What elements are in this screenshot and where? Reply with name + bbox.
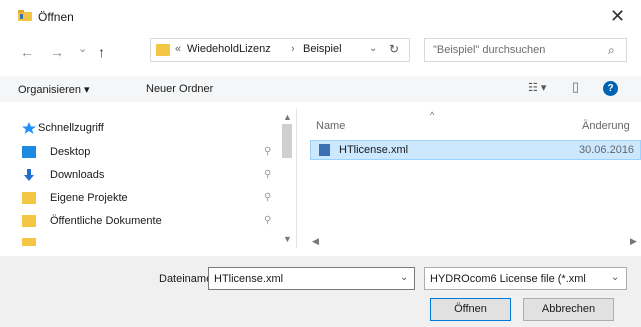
dialog-footer: Dateiname: HTlicense.xml ⌄ HYDROcom6 Lic… <box>0 256 641 327</box>
filetype-select[interactable]: HYDROcom6 License file (*.xml ⌄ <box>424 267 627 290</box>
view-options-icon[interactable]: ☷ ▾ <box>528 81 546 94</box>
close-icon[interactable]: ✕ <box>610 6 625 27</box>
filetype-value: HYDROcom6 License file (*.xml <box>430 273 586 285</box>
file-row[interactable]: HTlicense.xml 30.06.2016 <box>310 140 641 160</box>
refresh-icon[interactable]: ↻ <box>389 42 399 56</box>
folder-icon <box>22 238 36 246</box>
sidebar-item-label: Eigene Projekte <box>50 192 128 204</box>
filename-value: HTlicense.xml <box>214 273 284 285</box>
chevron-down-icon[interactable]: ⌄ <box>611 272 619 283</box>
file-list-scrollbar[interactable]: ◀ ▶ <box>304 236 641 248</box>
desktop-icon <box>22 146 36 158</box>
scroll-left-icon[interactable]: ◀ <box>312 236 319 247</box>
column-header-changed[interactable]: Änderung <box>582 120 630 132</box>
sidebar-item-label: Schnellzugriff <box>38 122 104 134</box>
sort-indicator-icon: ^ <box>430 110 435 120</box>
breadcrumb-overflow[interactable]: « <box>175 43 181 55</box>
chevron-down-icon[interactable]: ⌄ <box>369 43 377 54</box>
column-header-name[interactable]: Name <box>316 120 345 132</box>
breadcrumb-separator: › <box>291 43 295 55</box>
breadcrumb-beispiel[interactable]: Beispiel <box>303 43 342 55</box>
cancel-button[interactable]: Abbrechen <box>523 298 614 321</box>
pin-icon[interactable]: ⚲ <box>264 215 271 226</box>
sidebar-item-eigene-projekte[interactable]: Eigene Projekte ⚲ <box>18 190 280 208</box>
sidebar-item-desktop[interactable]: Desktop ⚲ <box>18 144 280 162</box>
xml-file-icon <box>319 144 330 156</box>
filename-label: Dateiname: <box>159 273 216 285</box>
up-folder-icon[interactable]: ↑ <box>98 44 105 60</box>
search-box[interactable]: "Beispiel" durchsuchen ⌕ <box>424 38 627 62</box>
title-bar: Öffnen ✕ <box>0 0 641 36</box>
open-button[interactable]: Öffnen <box>430 298 511 321</box>
dialog-title: Öffnen <box>38 10 74 24</box>
app-icon <box>18 10 32 21</box>
command-toolbar: Organisieren ▾ Neuer Ordner ☷ ▾ ▯ ? <box>0 76 641 102</box>
chevron-down-icon[interactable]: ⌄ <box>400 272 408 283</box>
search-icon[interactable]: ⌕ <box>608 43 615 58</box>
sidebar-item-oeffentliche-dokumente[interactable]: Öffentliche Dokumente ⚲ <box>18 213 280 231</box>
navigation-pane: Schnellzugriff Desktop ⚲ Downloads ⚲ Eig… <box>18 110 280 248</box>
sidebar-item-label: Öffentliche Dokumente <box>50 215 162 227</box>
scroll-right-icon[interactable]: ▶ <box>630 236 637 247</box>
download-icon <box>24 169 34 181</box>
forward-icon[interactable]: → <box>50 44 64 60</box>
breadcrumb-wiedeholdlizenz[interactable]: WiedeholdLizenz <box>187 43 271 55</box>
filename-input[interactable]: HTlicense.xml ⌄ <box>208 267 415 290</box>
folder-icon <box>22 192 36 204</box>
scroll-up-icon[interactable]: ▲ <box>283 112 292 122</box>
sidebar-item-label: Desktop <box>50 146 91 158</box>
navigation-scrollbar[interactable]: ▲ ▼ <box>280 112 294 246</box>
preview-pane-icon[interactable]: ▯ <box>572 79 579 95</box>
pin-icon[interactable]: ⚲ <box>264 169 271 180</box>
sidebar-item-label: Downloads <box>50 169 105 181</box>
folder-icon <box>156 44 170 56</box>
file-name: HTlicense.xml <box>339 144 409 156</box>
file-date: 30.06.2016 <box>579 144 635 156</box>
search-placeholder: "Beispiel" durchsuchen <box>433 44 546 56</box>
folder-icon <box>22 215 36 227</box>
pin-icon[interactable]: ⚲ <box>264 146 271 157</box>
back-icon[interactable]: ← <box>20 44 34 60</box>
help-icon[interactable]: ? <box>603 81 618 96</box>
pane-divider[interactable] <box>296 108 297 248</box>
new-folder-button[interactable]: Neuer Ordner <box>146 83 213 95</box>
open-file-dialog: Öffnen ✕ ← → ⌄ ↑ « WiedeholdLizenz › Bei… <box>0 0 641 327</box>
recent-locations-icon[interactable]: ⌄ <box>78 42 87 55</box>
scroll-down-icon[interactable]: ▼ <box>283 234 292 244</box>
organize-button[interactable]: Organisieren ▾ <box>18 83 90 96</box>
sidebar-item-quick-access[interactable]: Schnellzugriff <box>18 120 280 138</box>
star-icon <box>22 122 36 134</box>
pin-icon[interactable]: ⚲ <box>264 192 271 203</box>
address-bar[interactable]: « WiedeholdLizenz › Beispiel ⌄ ↻ <box>150 38 410 62</box>
scrollbar-thumb[interactable] <box>282 124 292 158</box>
sidebar-item-downloads[interactable]: Downloads ⚲ <box>18 167 280 185</box>
